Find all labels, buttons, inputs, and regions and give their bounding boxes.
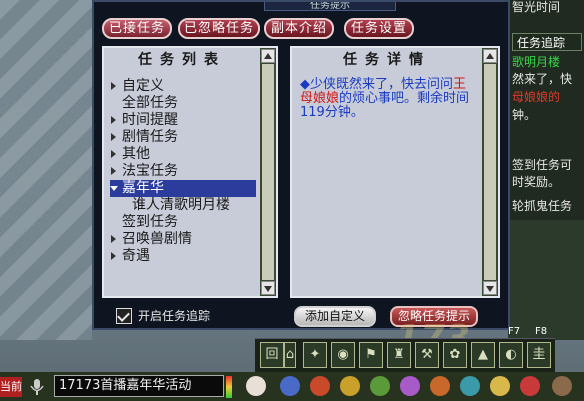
tracker-line: 时奖励。: [512, 175, 561, 189]
chat-input[interactable]: 17173首播嘉年华活动: [54, 375, 224, 397]
list-item[interactable]: 剧情任务: [110, 129, 256, 146]
track-checkbox[interactable]: [116, 308, 132, 324]
emote-icon[interactable]: [246, 376, 266, 396]
expand-arrow-icon: [111, 167, 116, 175]
item-icon[interactable]: [370, 376, 390, 396]
item-icon[interactable]: [310, 376, 330, 396]
hotbar-slot[interactable]: ◐: [499, 342, 523, 368]
hotbar-slot[interactable]: ⌂: [284, 342, 296, 368]
collapse-arrow-icon: [110, 186, 118, 191]
track-checkbox-label: 开启任务追踪: [138, 309, 211, 323]
check-icon: [117, 309, 130, 322]
hotbar-slot[interactable]: 回: [260, 342, 284, 368]
scroll-track[interactable]: [262, 64, 274, 280]
tab-task-tracking[interactable]: 任务追踪: [512, 33, 582, 51]
hotbar-slot[interactable]: ⚒: [415, 342, 439, 368]
list-item[interactable]: 时间提醒: [110, 112, 256, 129]
task-list-header: 任务列表: [138, 52, 226, 68]
scroll-track[interactable]: [484, 64, 496, 280]
list-item[interactable]: 奇遇: [110, 248, 256, 265]
tab-ignored-tasks[interactable]: 已忽略任务: [178, 18, 260, 39]
microphone-icon[interactable]: [28, 377, 46, 397]
tab-task-settings[interactable]: 任务设置: [344, 18, 414, 39]
fkey-label: F8: [535, 326, 548, 337]
tracker-line[interactable]: 歌明月楼: [512, 55, 560, 69]
fkey-label: F7: [508, 326, 521, 337]
task-dialog: 任务提示 已接任务 已忽略任务 副本介绍 任务设置 任务列表 自定义 全部任务 …: [92, 0, 510, 330]
list-item[interactable]: 召唤兽剧情: [110, 231, 256, 248]
hotbar-slot[interactable]: 圭: [527, 342, 551, 368]
volume-meter: [226, 376, 232, 398]
hotbar-slot[interactable]: ◉: [331, 342, 355, 368]
scroll-down-icon[interactable]: [483, 281, 497, 295]
expand-arrow-icon: [111, 133, 116, 141]
list-item-selected[interactable]: 嘉年华: [110, 180, 256, 197]
tracker-line: 签到任务可: [512, 158, 573, 172]
item-icon[interactable]: [460, 376, 480, 396]
detail-text-part: ◆少侠既然来了，快去问问: [300, 77, 453, 92]
task-detail-pane: 任务详情 ◆少侠既然来了，快去问问王母娘娘的烦心事吧。剩余时间119分钟。: [290, 46, 500, 298]
list-item[interactable]: 全部任务: [110, 95, 256, 112]
scroll-down-icon[interactable]: [261, 281, 275, 295]
tab-accepted-tasks[interactable]: 已接任务: [102, 18, 172, 39]
hotbar-slot[interactable]: ▲: [471, 342, 495, 368]
scroll-up-icon[interactable]: [261, 49, 275, 63]
item-icon[interactable]: [430, 376, 450, 396]
hotbar-slot[interactable]: ⚑: [359, 342, 383, 368]
expand-arrow-icon: [111, 116, 116, 124]
tracker-line[interactable]: 母娘娘的: [512, 90, 560, 104]
item-icon[interactable]: [520, 376, 540, 396]
scroll-up-icon[interactable]: [483, 49, 497, 63]
hotbar-slot[interactable]: ✦: [303, 342, 327, 368]
item-icon[interactable]: [400, 376, 420, 396]
detail-scrollbar[interactable]: [482, 48, 498, 296]
tracker-line: 钟。: [512, 108, 537, 122]
hotbar-slot[interactable]: ♜: [387, 342, 411, 368]
skill-icon[interactable]: [280, 376, 300, 396]
list-item[interactable]: 法宝任务: [110, 163, 256, 180]
tracker-line: 然来了，快: [512, 72, 573, 86]
task-list: 自定义 全部任务 时间提醒 剧情任务 其他 法宝任务 嘉年华 谁人清歌明月楼 签…: [110, 78, 256, 265]
chat-channel-button[interactable]: 当前: [0, 377, 22, 397]
list-item[interactable]: 签到任务: [110, 214, 256, 231]
tab-dungeon-intro[interactable]: 副本介绍: [264, 18, 334, 39]
task-detail-text: ◆少侠既然来了，快去问问王母娘娘的烦心事吧。剩余时间119分钟。: [300, 78, 476, 120]
expand-arrow-icon: [111, 235, 116, 243]
expand-arrow-icon: [111, 82, 116, 90]
item-icon[interactable]: [552, 376, 572, 396]
tracker-top-text: 智光时间: [512, 0, 561, 14]
item-icon[interactable]: [490, 376, 510, 396]
add-custom-button[interactable]: 添加自定义: [294, 306, 376, 327]
item-icon[interactable]: [340, 376, 360, 396]
list-item-child[interactable]: 谁人清歌明月楼: [110, 197, 256, 214]
expand-arrow-icon: [111, 252, 116, 260]
list-scrollbar[interactable]: [260, 48, 276, 296]
dialog-title: 任务提示: [264, 2, 396, 11]
hotbar-slot[interactable]: ✿: [443, 342, 467, 368]
task-detail-header: 任务详情: [343, 52, 431, 68]
expand-arrow-icon: [111, 150, 116, 158]
list-item[interactable]: 其他: [110, 146, 256, 163]
scene-building: [0, 0, 92, 340]
list-item[interactable]: 自定义: [110, 78, 256, 95]
tracker-line: 轮抓鬼任务: [512, 199, 573, 213]
hotbar: 回 ⌂ ✦ ◉ ⚑ ♜ ⚒ ✿ ▲ ◐ 圭: [255, 338, 555, 373]
task-list-pane: 任务列表 自定义 全部任务 时间提醒 剧情任务 其他 法宝任务 嘉年华 谁人清歌…: [102, 46, 278, 298]
